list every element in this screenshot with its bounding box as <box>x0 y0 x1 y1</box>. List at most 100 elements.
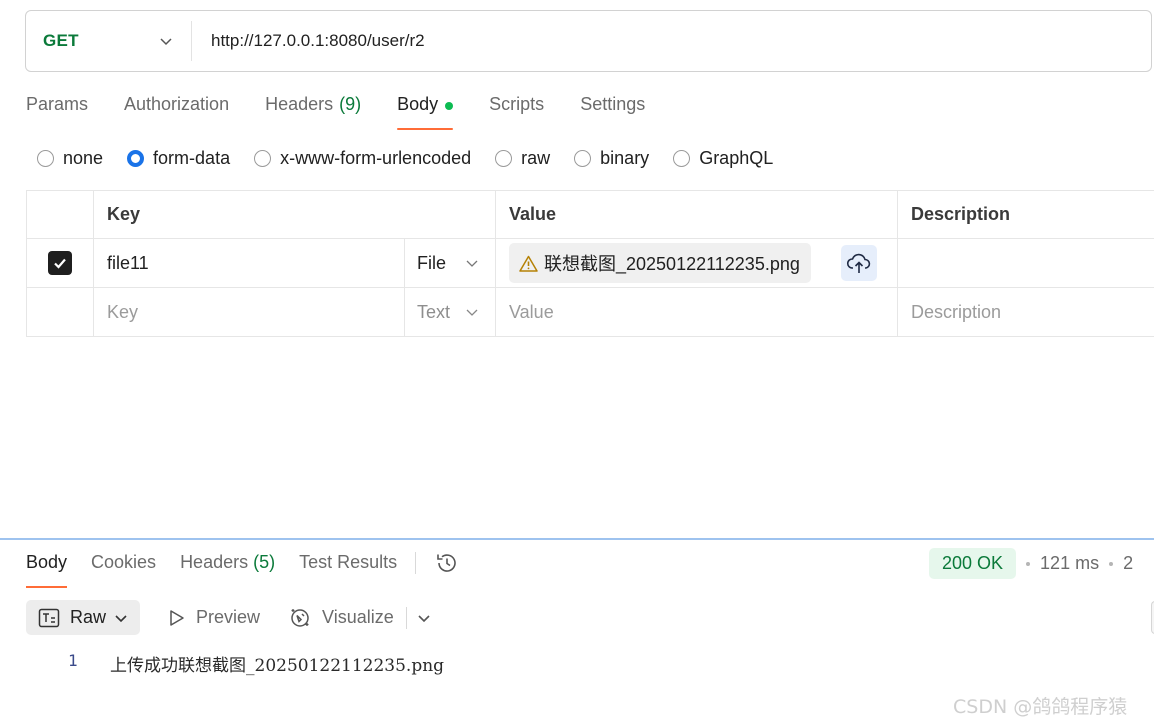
raw-text-icon <box>38 608 60 627</box>
resp-tab-test-results[interactable]: Test Results <box>299 552 397 588</box>
upload-button[interactable] <box>840 245 877 281</box>
visualize-label: Visualize <box>322 607 394 627</box>
file-chip[interactable]: 联想截图_20250122112235.png <box>509 243 811 283</box>
radio-raw[interactable]: raw <box>495 148 550 169</box>
view-separator <box>405 606 407 629</box>
tab-params[interactable]: Params <box>26 94 88 130</box>
tab-label: Test Results <box>299 552 398 572</box>
description-cell[interactable] <box>898 239 1154 287</box>
radio-label: form-data <box>153 148 231 168</box>
chevron-down-icon <box>115 614 127 622</box>
tab-label: Params <box>26 94 89 114</box>
tab-count: (5) <box>253 552 276 572</box>
description-input[interactable]: Description <box>898 288 1154 336</box>
key-input[interactable]: Key <box>94 288 405 336</box>
row-check-cell <box>26 239 94 287</box>
visualize-button[interactable]: Visualize <box>288 606 394 630</box>
method-selector[interactable]: GET <box>26 21 192 61</box>
response-tabs: Body Cookies Headers (5) Test Results <box>26 552 460 588</box>
header-key: Key <box>94 191 496 238</box>
tab-label: Authorization <box>124 94 230 114</box>
resp-tab-body[interactable]: Body <box>26 552 68 588</box>
panel-divider[interactable] <box>0 538 1154 540</box>
radio-label: GraphQL <box>699 148 774 168</box>
header-value: Value <box>496 191 898 238</box>
response-view-bar: Raw Preview Visualize <box>26 600 431 635</box>
value-input[interactable]: Value <box>496 288 898 336</box>
radio-binary[interactable]: binary <box>574 148 649 169</box>
body-type-options: none form-data x-www-form-urlencoded raw… <box>37 148 797 169</box>
key-cell[interactable]: file11 <box>94 239 405 287</box>
type-selector[interactable]: File <box>405 239 496 287</box>
url-input[interactable]: http://127.0.0.1:8080/user/r2 <box>192 31 425 51</box>
radio-icon <box>574 150 592 167</box>
tab-count: (9) <box>339 94 362 114</box>
request-tabs: Params Authorization Headers (9) Body Scr… <box>26 94 681 134</box>
radio-x-www-form-urlencoded[interactable]: x-www-form-urlencoded <box>254 148 471 169</box>
preview-label: Preview <box>196 607 261 627</box>
type-label: Text <box>417 301 451 322</box>
tab-settings[interactable]: Settings <box>580 94 645 130</box>
dot-separator <box>1109 561 1114 566</box>
resp-tab-headers[interactable]: Headers (5) <box>180 552 275 588</box>
tab-label: Headers <box>180 552 249 572</box>
resp-tab-cookies[interactable]: Cookies <box>91 552 156 588</box>
radio-label: binary <box>600 148 650 168</box>
tab-label: Cookies <box>91 552 157 572</box>
raw-format-selector[interactable]: Raw <box>26 600 141 635</box>
radio-icon <box>254 150 272 167</box>
type-selector[interactable]: Text <box>405 288 496 336</box>
response-status-area: 200 OK 121 ms 2 <box>929 548 1133 579</box>
form-data-table: Key Value Description file11 File 联想截图_2… <box>26 190 1154 337</box>
tab-headers[interactable]: Headers (9) <box>265 94 361 130</box>
modified-dot-icon <box>445 102 454 110</box>
radio-icon <box>495 150 513 167</box>
method-label: GET <box>43 31 79 50</box>
radio-form-data[interactable]: form-data <box>127 148 230 169</box>
radio-label: none <box>63 148 104 168</box>
response-size[interactable]: 2 <box>1123 553 1133 574</box>
table-header-row: Key Value Description <box>26 190 1154 239</box>
cloud-upload-icon <box>846 253 871 273</box>
value-cell: 联想截图_20250122112235.png <box>496 239 898 287</box>
chevron-down-icon <box>466 260 478 267</box>
play-icon <box>170 609 184 626</box>
header-description: Description <box>911 204 1011 224</box>
response-time[interactable]: 121 ms <box>1040 553 1099 574</box>
tab-label: Body <box>397 94 439 114</box>
line-number: 1 <box>68 651 78 670</box>
chevron-down-icon <box>466 309 478 316</box>
request-url-bar: GET http://127.0.0.1:8080/user/r2 <box>25 10 1152 72</box>
radio-icon <box>37 150 54 167</box>
tab-label: Body <box>26 552 68 572</box>
file-name: 联想截图_20250122112235.png <box>544 254 800 274</box>
radio-checked-icon <box>127 150 145 167</box>
response-body-line: 1 上传成功联想截图_20250122112235.png <box>68 651 444 676</box>
tab-body[interactable]: Body <box>397 94 454 130</box>
visualize-icon <box>291 608 309 627</box>
tab-label: Scripts <box>489 94 545 114</box>
table-row: file11 File 联想截图_20250122112235.png <box>26 239 1154 288</box>
warning-icon <box>519 255 538 272</box>
type-label: File <box>417 252 447 273</box>
preview-button[interactable]: Preview <box>168 607 260 628</box>
tab-label: Settings <box>580 94 646 114</box>
response-body-text: 上传成功联想截图_20250122112235.png <box>110 656 445 676</box>
radio-graphql[interactable]: GraphQL <box>673 148 773 169</box>
radio-icon <box>673 150 691 167</box>
tab-scripts[interactable]: Scripts <box>489 94 544 130</box>
tab-separator <box>415 552 417 574</box>
chevron-down-icon <box>160 38 172 46</box>
raw-label: Raw <box>70 607 107 627</box>
radio-label: raw <box>521 148 551 168</box>
tab-label: Headers <box>265 94 334 114</box>
header-check-cell <box>26 191 94 238</box>
checkbox-checked-icon[interactable] <box>48 251 72 275</box>
tab-authorization[interactable]: Authorization <box>124 94 229 130</box>
watermark: CSDN @鸽鸽程序猿 <box>953 696 1128 718</box>
status-badge[interactable]: 200 OK <box>929 548 1017 579</box>
history-icon[interactable] <box>434 551 460 580</box>
chevron-down-icon[interactable] <box>417 611 431 625</box>
dot-separator <box>1026 561 1031 566</box>
radio-none[interactable]: none <box>37 148 103 169</box>
